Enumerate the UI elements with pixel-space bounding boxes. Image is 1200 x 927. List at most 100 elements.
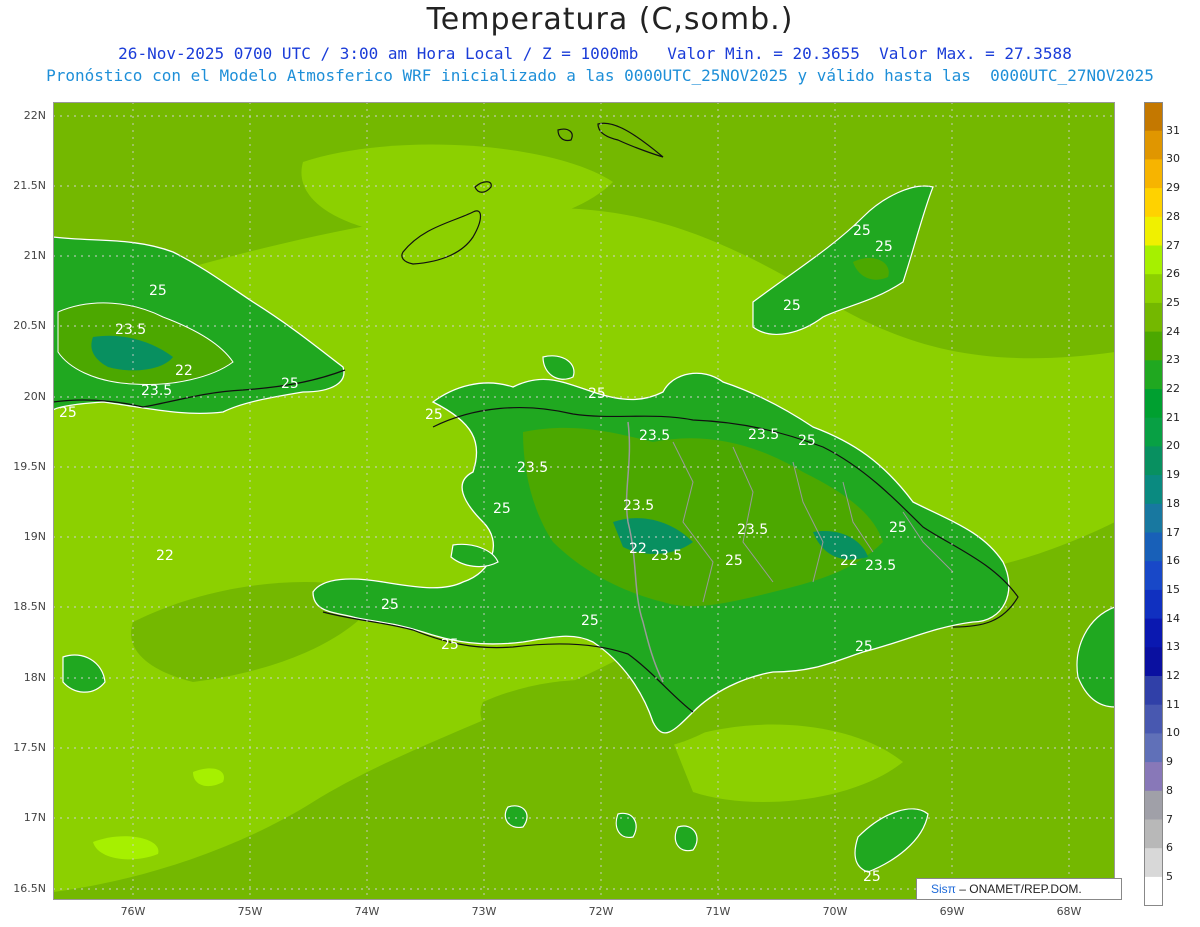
colorbar-swatch	[1145, 159, 1162, 189]
credit-sis: Sis	[931, 882, 948, 896]
colorbar-label: 9	[1166, 755, 1173, 769]
colorbar-swatch	[1145, 331, 1162, 361]
contour-label: 25	[149, 283, 167, 299]
colorbar-swatch	[1145, 790, 1162, 820]
model-info-line: Pronóstico con el Modelo Atmosferico WRF…	[46, 66, 1154, 85]
colorbar-swatch	[1145, 676, 1162, 706]
colorbar-label: 8	[1166, 783, 1173, 797]
colorbar-label: 31	[1166, 123, 1180, 137]
lat-label: 17.5N	[13, 741, 46, 754]
colorbar-swatch	[1145, 561, 1162, 591]
contour-label: 25	[863, 869, 881, 885]
colorbar-label: 20	[1166, 439, 1180, 453]
colorbar-label: 15	[1166, 582, 1180, 596]
colorbar-label: 23	[1166, 353, 1180, 367]
colorbar-swatch	[1145, 762, 1162, 792]
lon-label: 73W	[471, 905, 497, 918]
colorbar-swatch	[1145, 876, 1162, 906]
colorbar-label: 18	[1166, 496, 1180, 510]
colorbar	[1144, 102, 1163, 906]
map-title: Temperatura (C,somb.)	[426, 2, 794, 37]
colorbar-swatch	[1145, 589, 1162, 620]
colorbar-swatch	[1145, 618, 1162, 648]
lat-label: 21N	[23, 249, 46, 262]
colorbar-label: 30	[1166, 152, 1180, 166]
colorbar-label: 11	[1166, 697, 1180, 711]
contour-label: 25	[798, 433, 816, 449]
lon-label: 71W	[705, 905, 731, 918]
colorbar-label: 29	[1166, 181, 1180, 195]
contour-label: 25	[581, 613, 599, 629]
colorbar-swatch	[1145, 216, 1162, 246]
colorbar-swatch	[1145, 302, 1162, 333]
colorbar-swatch	[1145, 446, 1162, 476]
colorbar-swatch	[1145, 503, 1162, 533]
colorbar-label: 26	[1166, 267, 1180, 281]
contour-label: 23.5	[651, 548, 682, 564]
contour-label: 25	[889, 520, 907, 536]
contour-label: 25	[853, 223, 871, 239]
lon-label: 72W	[588, 905, 614, 918]
contour-label: 23.5	[639, 428, 670, 444]
colorbar-swatch	[1145, 475, 1162, 505]
contour-label: 22	[175, 363, 193, 379]
colorbar-label: 10	[1166, 726, 1180, 740]
colorbar-label: 27	[1166, 238, 1180, 252]
colorbar-swatch	[1145, 245, 1162, 275]
lat-label: 16.5N	[13, 882, 46, 895]
colorbar-swatch	[1145, 733, 1162, 763]
lat-label: 20.5N	[13, 319, 46, 332]
lon-label: 68W	[1056, 905, 1082, 918]
colorbar-label: 17	[1166, 525, 1180, 539]
colorbar-swatch	[1145, 274, 1162, 304]
colorbar-swatch	[1145, 130, 1162, 160]
contour-label: 25	[493, 501, 511, 517]
lon-label: 75W	[237, 905, 263, 918]
contour-label: 25	[783, 298, 801, 314]
credit-box: Sisπ – ONAMET/REP.DOM.	[916, 878, 1122, 900]
lon-label: 69W	[939, 905, 965, 918]
contour-label: 25	[381, 597, 399, 613]
lat-label: 22N	[23, 109, 46, 122]
lat-label: 19N	[23, 530, 46, 543]
lat-label: 20N	[23, 390, 46, 403]
colorbar-swatch	[1145, 532, 1162, 562]
colorbar-swatch	[1145, 102, 1162, 132]
lat-label: 17N	[23, 811, 46, 824]
contour-label: 23.5	[865, 558, 896, 574]
contour-label: 23.5	[623, 498, 654, 514]
colorbar-label: 12	[1166, 669, 1180, 682]
contour-label: 25	[588, 386, 606, 402]
colorbar-label: 6	[1166, 841, 1173, 855]
colorbar-label: 13	[1166, 640, 1180, 654]
contour-label: 23.5	[517, 460, 548, 476]
contour-label: 23.5	[115, 322, 146, 338]
contour-label: 23.5	[737, 522, 768, 538]
colorbar-swatch	[1145, 819, 1162, 849]
colorbar-label: 22	[1166, 382, 1180, 395]
colorbar-label: 21	[1166, 410, 1180, 424]
colorbar-label: 28	[1166, 209, 1180, 223]
credit-pi: π	[947, 882, 956, 896]
contour-label: 25	[725, 553, 743, 569]
lon-label: 70W	[822, 905, 848, 918]
islet-south-2	[674, 825, 698, 852]
credit-org: – ONAMET/REP.DOM.	[959, 882, 1082, 896]
contour-label: 25	[59, 405, 77, 421]
colorbar-swatch	[1145, 704, 1162, 734]
temperature-map: 25 23.5 22 25 25 23.5 22 23.5 25 23.5 25…	[53, 102, 1115, 900]
colorbar-swatch	[1145, 188, 1162, 218]
contour-label: 25	[441, 637, 459, 653]
colorbar-label: 14	[1166, 611, 1180, 625]
contour-label: 22	[840, 553, 858, 569]
lon-label: 76W	[120, 905, 146, 918]
colorbar-swatch	[1145, 389, 1162, 419]
islet-south-1	[504, 805, 528, 829]
colorbar-label: 5	[1166, 869, 1173, 883]
lat-label: 18N	[23, 671, 46, 684]
colorbar-swatch	[1145, 360, 1162, 390]
lat-label: 18.5N	[13, 600, 46, 613]
contour-label: 25	[855, 639, 873, 655]
valid-time-line: 26-Nov-2025 0700 UTC / 3:00 am Hora Loca…	[118, 44, 1072, 63]
contour-label: 23.5	[141, 383, 172, 399]
